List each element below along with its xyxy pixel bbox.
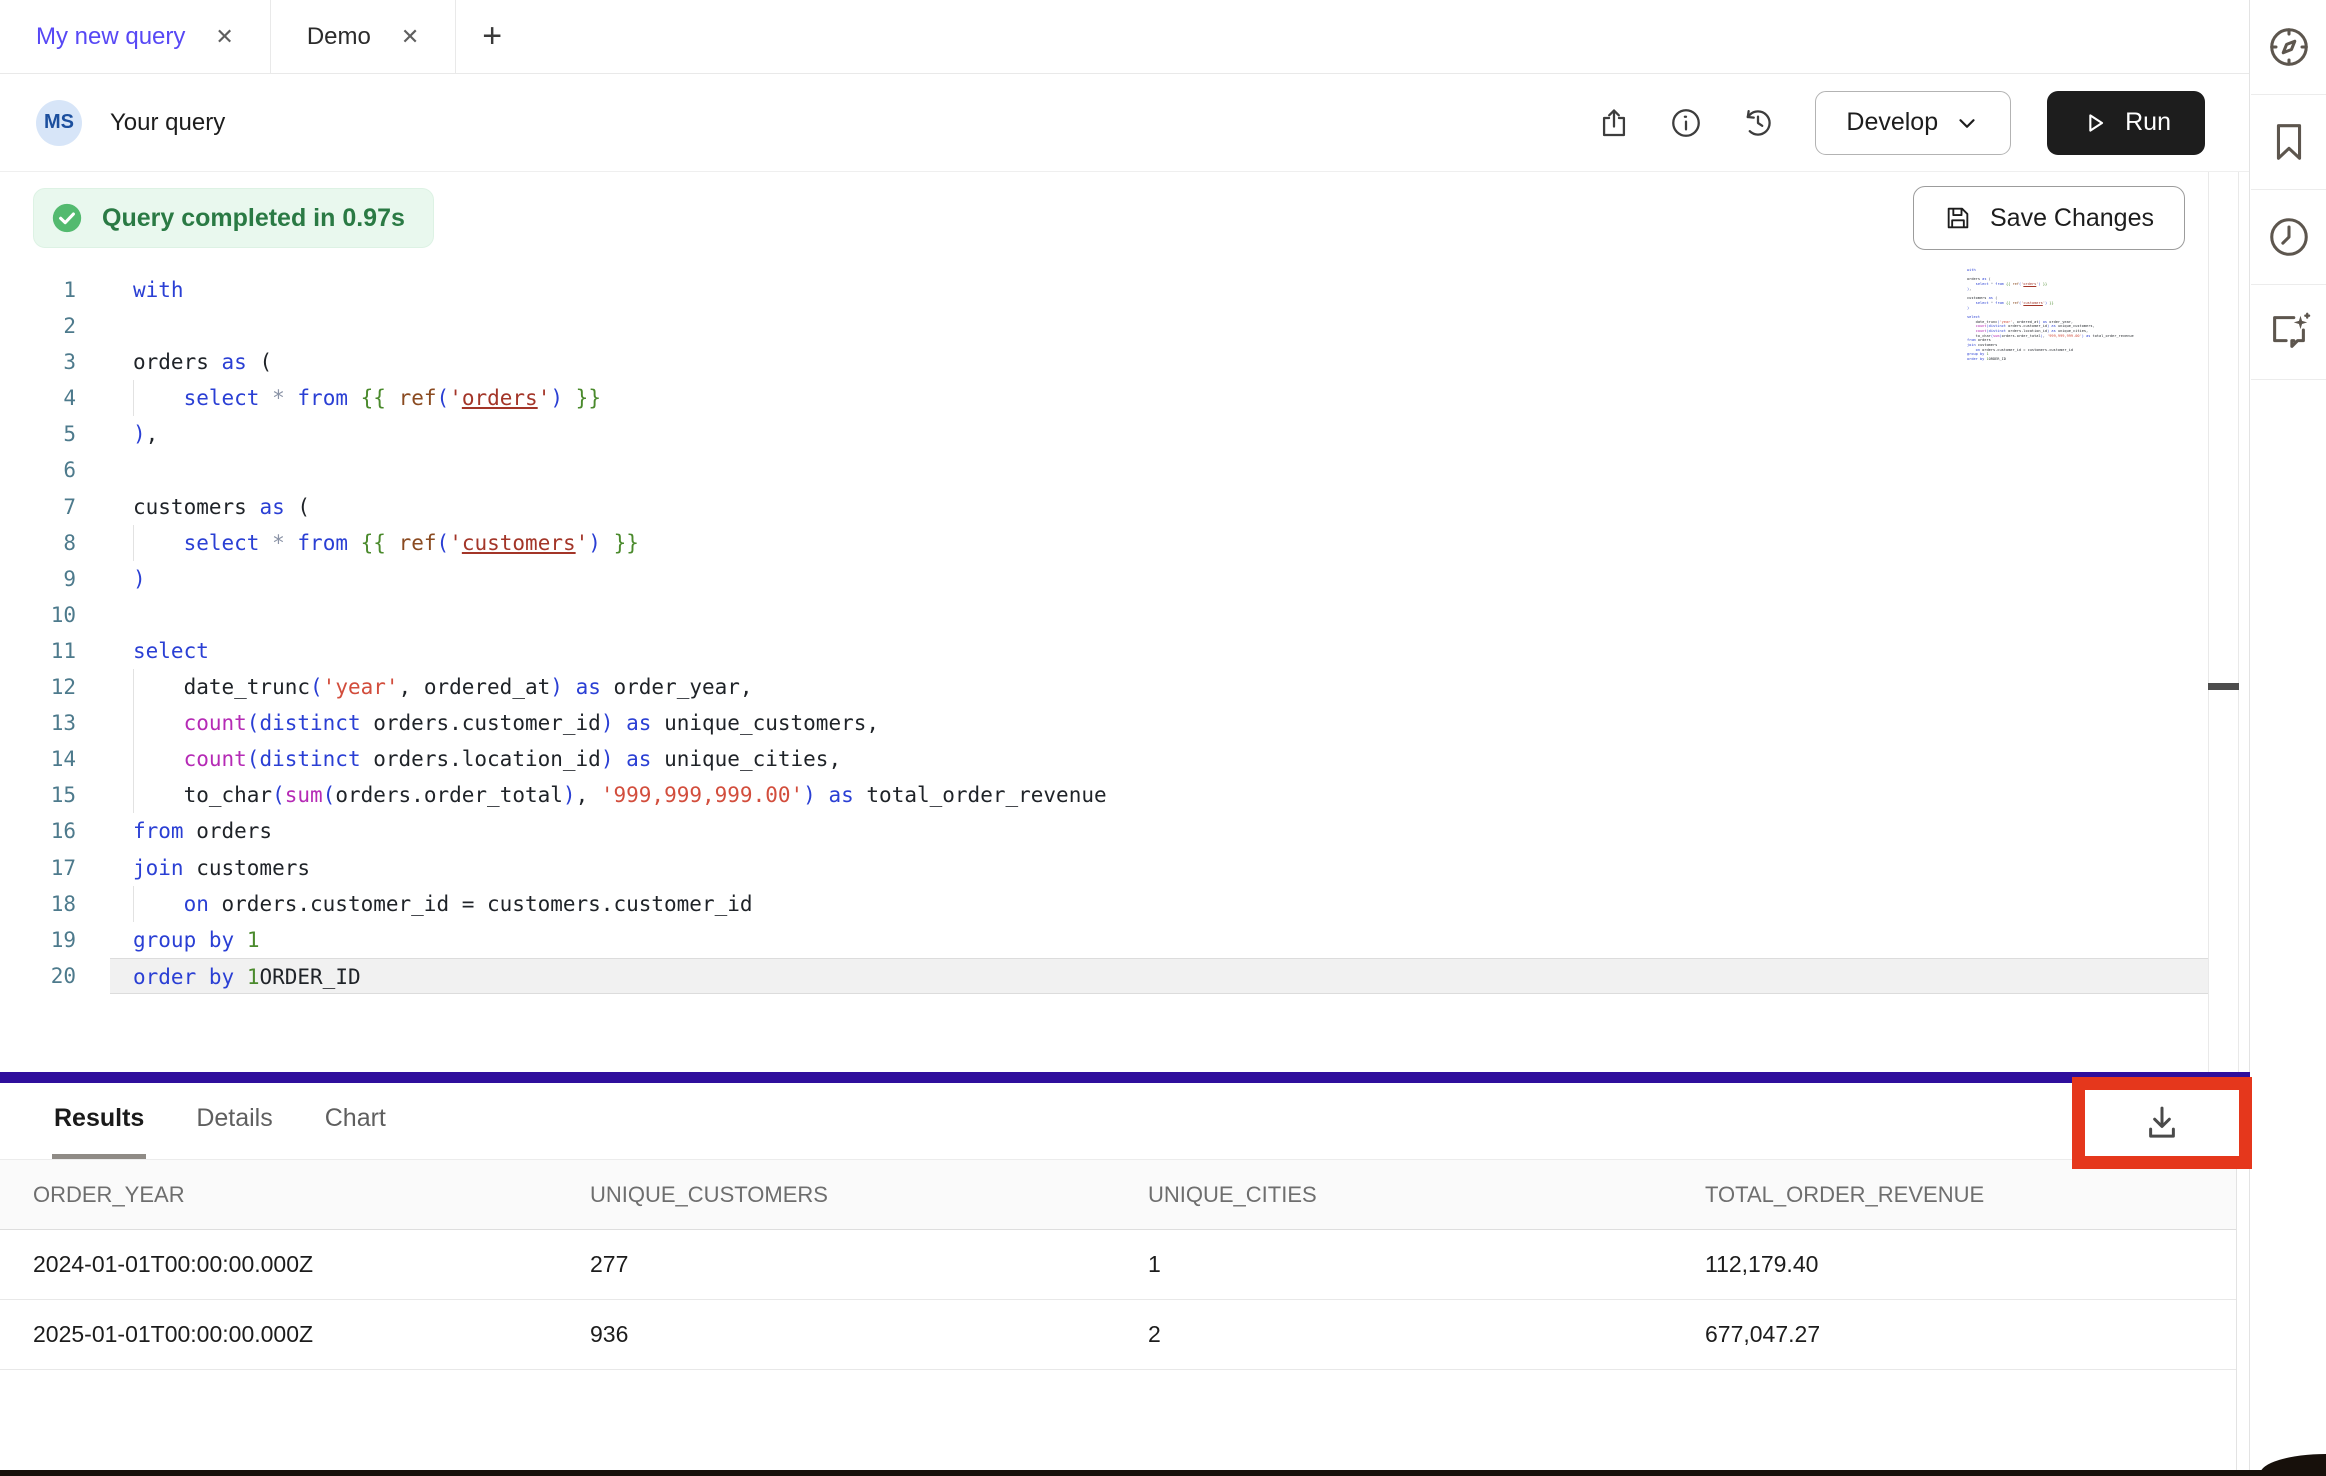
table-cell: 2025-01-01T00:00:00.000Z — [0, 1321, 557, 1348]
save-changes-label: Save Changes — [1990, 204, 2154, 233]
status-row: Query completed in 0.97s Save Changes — [0, 186, 2249, 252]
save-changes-button[interactable]: Save Changes — [1913, 186, 2185, 250]
query-status-banner: Query completed in 0.97s — [33, 188, 434, 248]
sidebar-item-explore[interactable] — [2251, 0, 2326, 95]
tab-results[interactable]: Results — [52, 1083, 146, 1159]
add-tab-button[interactable]: + — [456, 0, 528, 73]
status-message: Query completed in 0.97s — [102, 204, 405, 233]
tab-label: Demo — [307, 23, 371, 51]
download-icon[interactable] — [2141, 1102, 2183, 1144]
annotation-highlight-box — [2072, 1077, 2252, 1169]
sidebar-item-bookmarks[interactable] — [2251, 95, 2326, 190]
table-row[interactable]: 2024-01-01T00:00:00.000Z 277 1 112,179.4… — [0, 1230, 2236, 1300]
table-cell: 677,047.27 — [1672, 1321, 2236, 1348]
editor-scrollbar-handle[interactable] — [2208, 683, 2239, 690]
tab-my-new-query[interactable]: My new query ✕ — [0, 0, 271, 73]
chat-sparkle-icon — [2266, 309, 2312, 355]
tab-bar: My new query ✕ Demo ✕ + — [0, 0, 2249, 74]
column-header[interactable]: TOTAL_ORDER_REVENUE — [1672, 1182, 2236, 1208]
sidebar-item-ai-assistant[interactable] — [2251, 285, 2326, 380]
minimap[interactable]: withorders as ( select * from {{ ref('or… — [1964, 268, 2094, 362]
page-title: Your query — [110, 109, 225, 137]
chevron-down-icon — [1954, 110, 1980, 136]
gutter: 1234567891011121314151617181920 — [0, 272, 76, 994]
editor-scrollbar-track[interactable] — [2208, 172, 2239, 1072]
close-tab-icon[interactable]: ✕ — [215, 26, 233, 48]
info-icon[interactable] — [1669, 106, 1703, 140]
close-tab-icon[interactable]: ✕ — [401, 26, 419, 48]
results-tab-bar: Results Details Chart — [0, 1083, 2250, 1160]
table-cell: 112,179.40 — [1672, 1251, 2236, 1278]
check-circle-icon — [50, 201, 84, 235]
clock-icon — [2266, 214, 2312, 260]
column-header[interactable]: UNIQUE_CITIES — [1115, 1182, 1672, 1208]
compass-icon — [2266, 24, 2312, 70]
save-icon — [1944, 204, 1972, 232]
tab-label: My new query — [36, 23, 185, 51]
right-sidebar — [2251, 0, 2326, 1476]
table-cell: 2 — [1115, 1321, 1672, 1348]
column-header[interactable]: UNIQUE_CUSTOMERS — [557, 1182, 1115, 1208]
play-icon — [2081, 109, 2109, 137]
column-header[interactable]: ORDER_YEAR — [0, 1182, 557, 1208]
run-button[interactable]: Run — [2047, 91, 2205, 155]
table-cell: 2024-01-01T00:00:00.000Z — [0, 1251, 557, 1278]
table-row[interactable]: 2025-01-01T00:00:00.000Z 936 2 677,047.2… — [0, 1300, 2236, 1370]
run-label: Run — [2125, 108, 2171, 137]
table-cell: 1 — [1115, 1251, 1672, 1278]
bottom-window-edge — [0, 1470, 2326, 1476]
tab-demo[interactable]: Demo ✕ — [271, 0, 456, 73]
tab-details[interactable]: Details — [194, 1083, 274, 1159]
results-table: ORDER_YEAR UNIQUE_CUSTOMERS UNIQUE_CITIE… — [0, 1160, 2237, 1470]
query-header: MS Your query Develop Run — [0, 74, 2249, 172]
develop-label: Develop — [1846, 108, 1938, 137]
avatar: MS — [36, 100, 82, 146]
code-lines[interactable]: withorders as ( select * from {{ ref('or… — [110, 272, 2208, 994]
sidebar-item-history[interactable] — [2251, 190, 2326, 285]
main-panel: My new query ✕ Demo ✕ + MS Your query De… — [0, 0, 2250, 1476]
share-icon[interactable] — [1597, 106, 1631, 140]
bookmark-icon — [2266, 119, 2312, 165]
develop-button[interactable]: Develop — [1815, 91, 2011, 155]
tab-chart[interactable]: Chart — [323, 1083, 388, 1159]
panel-resize-bar[interactable] — [0, 1072, 2250, 1083]
table-cell: 277 — [557, 1251, 1115, 1278]
history-icon[interactable] — [1741, 106, 1775, 140]
table-header-row: ORDER_YEAR UNIQUE_CUSTOMERS UNIQUE_CITIE… — [0, 1160, 2236, 1230]
table-cell: 936 — [557, 1321, 1115, 1348]
